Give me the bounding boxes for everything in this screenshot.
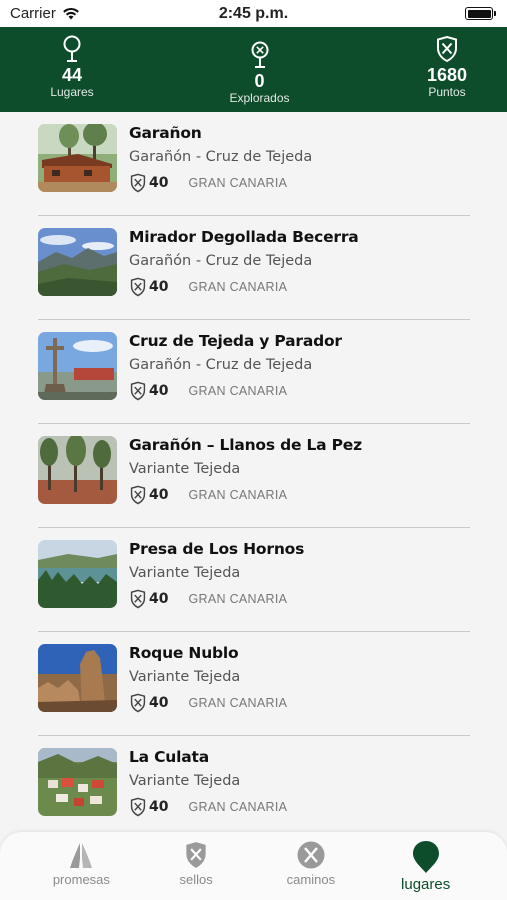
stat-lugares[interactable]: 44 Lugares bbox=[32, 35, 112, 99]
places-list: Garañon Garañón - Cruz de Tejeda 40 GRAN… bbox=[0, 112, 507, 840]
place-meta: 40 GRAN CANARIA bbox=[129, 381, 287, 401]
stats-header: 44 Lugares 0 Explorados 1680 Puntos bbox=[0, 27, 507, 112]
crossed-tools-circle-icon bbox=[297, 841, 325, 869]
stat-label: Explorados bbox=[229, 91, 290, 105]
shield-crossed-icon bbox=[437, 35, 457, 63]
stat-puntos[interactable]: 1680 Puntos bbox=[407, 35, 487, 99]
list-item[interactable]: Mirador Degollada Becerra Garañón - Cruz… bbox=[38, 216, 470, 320]
place-meta: 40 GRAN CANARIA bbox=[129, 797, 287, 817]
list-item[interactable]: Cruz de Tejeda y Parador Garañón - Cruz … bbox=[38, 320, 470, 424]
place-points: 40 bbox=[149, 799, 169, 815]
place-title: La Culata bbox=[129, 748, 209, 766]
place-region: GRAN CANARIA bbox=[188, 280, 288, 294]
place-title: Garañón – Llanos de La Pez bbox=[129, 436, 362, 454]
list-item[interactable]: La Culata Variante Tejeda 40 GRAN CANARI… bbox=[38, 736, 470, 840]
shield-crossed-icon bbox=[130, 277, 146, 297]
place-thumbnail bbox=[38, 332, 117, 400]
place-region: GRAN CANARIA bbox=[188, 592, 288, 606]
place-points: 40 bbox=[149, 279, 169, 295]
carrier-label: Carrier bbox=[10, 5, 56, 22]
place-meta: 40 GRAN CANARIA bbox=[129, 485, 287, 505]
list-item[interactable]: Garañón – Llanos de La Pez Variante Teje… bbox=[38, 424, 470, 528]
place-title: Roque Nublo bbox=[129, 644, 239, 662]
place-points: 40 bbox=[149, 487, 169, 503]
stat-value: 1680 bbox=[426, 65, 468, 85]
map-pin-icon bbox=[412, 841, 439, 873]
place-points: 40 bbox=[149, 175, 169, 191]
place-region: GRAN CANARIA bbox=[188, 800, 288, 814]
tab-promesas[interactable]: promesas bbox=[31, 840, 131, 887]
wifi-icon bbox=[63, 7, 79, 20]
tab-label: promesas bbox=[52, 872, 110, 887]
place-region: GRAN CANARIA bbox=[188, 384, 288, 398]
shield-crossed-icon bbox=[130, 589, 146, 609]
shield-crossed-icon bbox=[186, 842, 206, 868]
list-item[interactable]: Roque Nublo Variante Tejeda 40 GRAN CANA… bbox=[38, 632, 470, 736]
place-thumbnail bbox=[38, 228, 117, 296]
battery-icon bbox=[465, 7, 496, 20]
place-route: Garañón - Cruz de Tejeda bbox=[129, 357, 313, 373]
tab-label: lugares bbox=[401, 876, 451, 893]
place-region: GRAN CANARIA bbox=[188, 696, 288, 710]
place-region: GRAN CANARIA bbox=[188, 488, 288, 502]
list-item[interactable]: Garañon Garañón - Cruz de Tejeda 40 GRAN… bbox=[38, 112, 470, 216]
place-meta: 40 GRAN CANARIA bbox=[129, 173, 287, 193]
place-title: Presa de Los Hornos bbox=[129, 540, 305, 558]
stat-label: Lugares bbox=[50, 85, 94, 99]
place-points: 40 bbox=[149, 695, 169, 711]
shield-crossed-icon bbox=[130, 797, 146, 817]
place-route: Variante Tejeda bbox=[129, 461, 241, 477]
place-route: Variante Tejeda bbox=[129, 773, 241, 789]
praying-hands-icon bbox=[70, 843, 93, 868]
place-title: Cruz de Tejeda y Parador bbox=[129, 332, 342, 350]
place-thumbnail bbox=[38, 644, 117, 712]
place-thumbnail bbox=[38, 436, 117, 504]
place-title: Garañon bbox=[129, 124, 202, 142]
tab-lugares[interactable]: lugares bbox=[376, 840, 476, 893]
stat-label: Puntos bbox=[428, 85, 466, 99]
shield-crossed-icon bbox=[130, 173, 146, 193]
tab-sellos[interactable]: sellos bbox=[146, 840, 246, 887]
stat-explorados[interactable]: 0 Explorados bbox=[220, 41, 300, 105]
place-region: GRAN CANARIA bbox=[188, 176, 288, 190]
place-points: 40 bbox=[149, 591, 169, 607]
explored-pin-icon bbox=[251, 41, 268, 68]
place-route: Garañón - Cruz de Tejeda bbox=[129, 253, 313, 269]
map-pin-icon bbox=[63, 35, 81, 62]
tab-label: caminos bbox=[286, 872, 336, 887]
place-thumbnail bbox=[38, 124, 117, 192]
place-route: Variante Tejeda bbox=[129, 669, 241, 685]
list-item[interactable]: Presa de Los Hornos Variante Tejeda 40 G… bbox=[38, 528, 470, 632]
place-thumbnail bbox=[38, 748, 117, 816]
status-left: Carrier bbox=[10, 5, 80, 22]
place-meta: 40 GRAN CANARIA bbox=[129, 589, 287, 609]
place-points: 40 bbox=[149, 383, 169, 399]
tab-bar: promesas sellos caminos lugares bbox=[0, 832, 507, 900]
place-meta: 40 GRAN CANARIA bbox=[129, 277, 287, 297]
tab-caminos[interactable]: caminos bbox=[261, 840, 361, 887]
place-thumbnail bbox=[38, 540, 117, 608]
shield-crossed-icon bbox=[130, 485, 146, 505]
shield-crossed-icon bbox=[130, 381, 146, 401]
place-route: Garañón - Cruz de Tejeda bbox=[129, 149, 313, 165]
tab-label: sellos bbox=[179, 872, 213, 887]
place-route: Variante Tejeda bbox=[129, 565, 241, 581]
place-title: Mirador Degollada Becerra bbox=[129, 228, 359, 246]
shield-crossed-icon bbox=[130, 693, 146, 713]
status-bar: Carrier 2:45 p.m. bbox=[0, 0, 507, 27]
place-meta: 40 GRAN CANARIA bbox=[129, 693, 287, 713]
stat-value: 0 bbox=[254, 71, 265, 91]
stat-value: 44 bbox=[61, 65, 83, 85]
